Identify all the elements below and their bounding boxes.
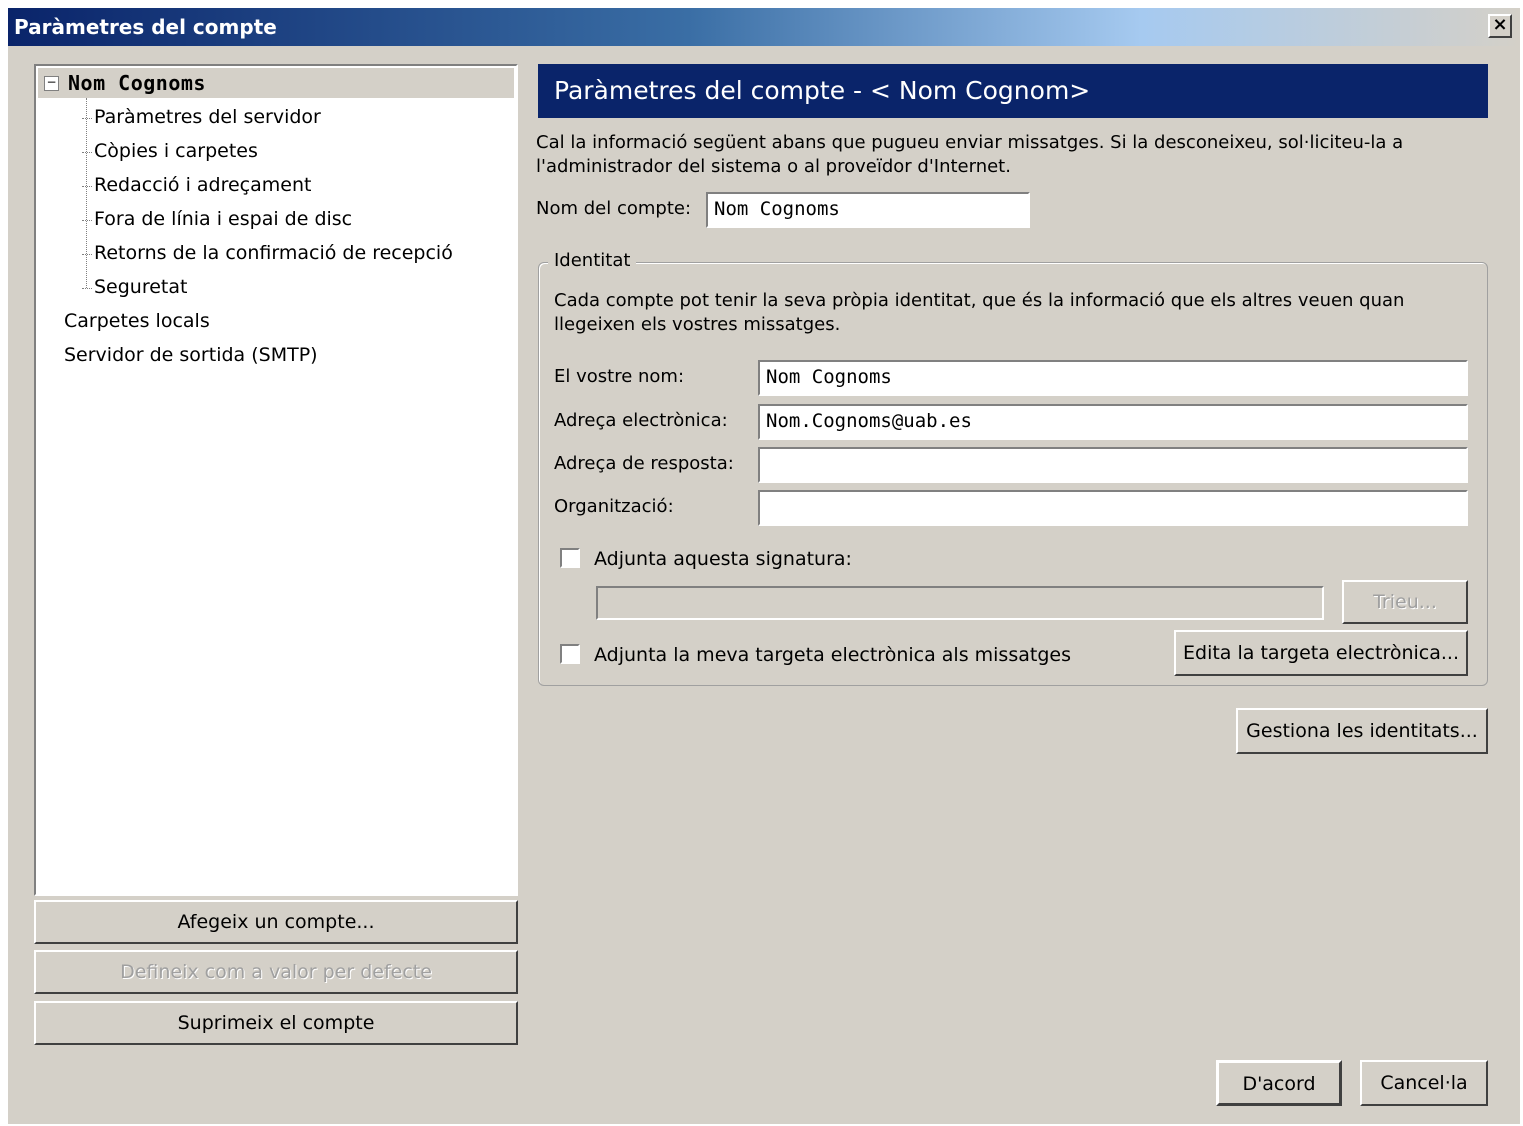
delete-account-button[interactable]: Suprimeix el compte <box>34 1001 518 1045</box>
tree-item-account-root[interactable]: − Nom Cognoms <box>38 68 514 98</box>
title-bar: Paràmetres del compte × <box>8 8 1520 46</box>
account-name-input[interactable]: Nom Cognoms <box>706 192 1030 228</box>
tree-item-local-folders[interactable]: Carpetes locals <box>64 310 210 332</box>
email-label: Adreça electrònica: <box>554 410 728 431</box>
attach-signature-label: Adjunta aquesta signatura: <box>594 548 852 570</box>
tree-item-offline-disk[interactable]: Fora de línia i espai de disc <box>81 208 352 230</box>
identity-group-title: Identitat <box>548 250 637 271</box>
identity-desc-line2: llegeixen els vostres missatges. <box>554 314 841 335</box>
reply-to-label: Adreça de resposta: <box>554 453 734 474</box>
tree-item-return-receipts[interactable]: Retorns de la confirmació de recepció <box>82 242 453 264</box>
organization-label: Organització: <box>554 496 674 517</box>
edit-vcard-button[interactable]: Edita la targeta electrònica... <box>1174 630 1468 676</box>
account-name-label: Nom del compte: <box>536 198 692 219</box>
panel-header: Paràmetres del compte - < Nom Cognom> <box>538 64 1488 118</box>
choose-signature-button[interactable]: Trieu... <box>1342 580 1468 624</box>
email-input[interactable]: Nom.Cognoms@uab.es <box>758 404 1468 440</box>
tree-item-composition[interactable]: Redacció i adreçament <box>81 174 311 196</box>
attach-vcard-label: Adjunta la meva targeta electrònica als … <box>594 644 1071 666</box>
cancel-button[interactable]: Cancel·la <box>1360 1060 1488 1106</box>
tree-item-server-settings[interactable]: Paràmetres del servidor <box>82 106 321 128</box>
your-name-label: El vostre nom: <box>554 366 685 387</box>
close-button[interactable]: × <box>1488 14 1512 38</box>
ok-button[interactable]: D'acord <box>1216 1060 1342 1106</box>
window-title: Paràmetres del compte <box>14 15 277 39</box>
tree-item-smtp-server[interactable]: Servidor de sortida (SMTP) <box>64 344 318 366</box>
tree-root-label: Nom Cognoms <box>68 71 206 95</box>
set-default-button[interactable]: Defineix com a valor per defecte <box>34 950 518 994</box>
panel-header-title: Paràmetres del compte - < Nom Cognom> <box>554 76 1091 105</box>
collapse-icon[interactable]: − <box>44 76 59 91</box>
signature-file-input[interactable] <box>596 586 1324 620</box>
account-settings-dialog: Paràmetres del compte × − Nom Cognoms Pa… <box>8 8 1520 1124</box>
tree-connector <box>86 98 87 288</box>
add-account-button[interactable]: Afegeix un compte... <box>34 900 518 944</box>
reply-to-input[interactable] <box>758 447 1468 483</box>
identity-desc-line1: Cada compte pot tenir la seva pròpia ide… <box>554 290 1405 311</box>
tree-item-security[interactable]: Seguretat <box>81 276 187 298</box>
tree-item-copies-folders[interactable]: Còpies i carpetes <box>82 140 258 162</box>
your-name-input[interactable]: Nom Cognoms <box>758 360 1468 396</box>
intro-text-line1: Cal la informació següent abans que pugu… <box>536 132 1404 153</box>
manage-identities-button[interactable]: Gestiona les identitats... <box>1236 708 1488 754</box>
account-tree: − Nom Cognoms Paràmetres del servidor Cò… <box>34 64 518 896</box>
organization-input[interactable] <box>758 490 1468 526</box>
intro-text-line2: l'administrador del sistema o al proveïd… <box>536 156 1011 177</box>
attach-vcard-checkbox[interactable] <box>560 644 580 664</box>
attach-signature-checkbox[interactable] <box>560 548 580 568</box>
